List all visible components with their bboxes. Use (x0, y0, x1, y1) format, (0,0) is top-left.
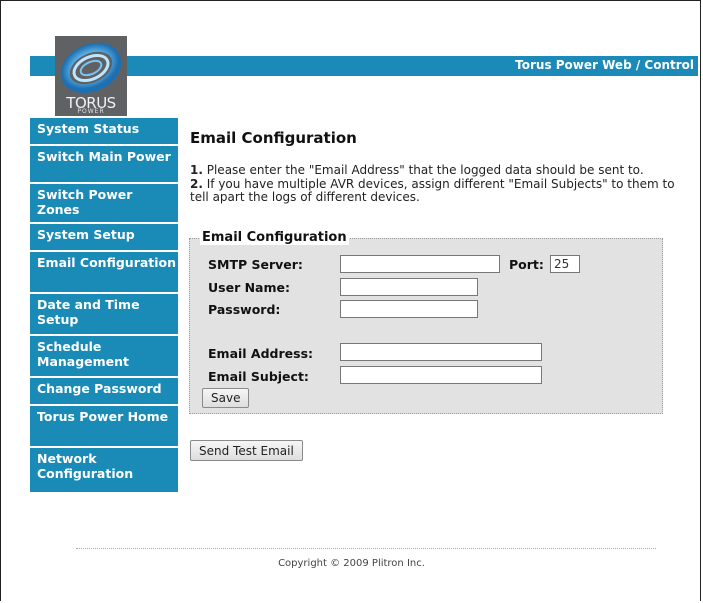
sidebar-item-label: Network Configuration (37, 451, 134, 481)
sidebar-item-torus-power-home[interactable]: Torus Power Home (30, 406, 178, 448)
sidebar-item-email-configuration[interactable]: Email Configuration (30, 252, 178, 294)
send-test-email-button[interactable]: Send Test Email (190, 440, 303, 461)
sidebar-item-label: Change Password (37, 381, 162, 396)
email-subject-label: Email Subject: (208, 369, 309, 384)
save-button[interactable]: Save (202, 388, 250, 408)
sidebar-item-label: System Setup (37, 227, 135, 242)
smtp-server-label: SMTP Server: (208, 257, 303, 272)
sidebar-item-label: Date and Time Setup (37, 297, 140, 327)
port-label: Port: (509, 257, 544, 272)
sidebar-item-switch-main-power[interactable]: Switch Main Power (30, 146, 178, 184)
user-name-label: User Name: (208, 280, 290, 295)
instruction-line: 1. Please enter the "Email Address" that… (190, 163, 644, 177)
sidebar-item-schedule-management[interactable]: Schedule Management (30, 336, 178, 378)
smtp-server-input[interactable] (340, 255, 500, 273)
email-address-label: Email Address: (208, 346, 314, 361)
sidebar-item-label: Torus Power Home (37, 409, 169, 424)
torus-ring-icon (60, 42, 122, 94)
sidebar-nav: System Status Switch Main Power Switch P… (30, 118, 178, 494)
fieldset-legend: Email Configuration (200, 230, 349, 245)
sidebar-item-network-configuration[interactable]: Network Configuration (30, 448, 178, 494)
user-name-input[interactable] (340, 278, 478, 296)
footer-divider (76, 548, 656, 549)
sidebar-item-system-status[interactable]: System Status (30, 118, 178, 146)
torus-logo: TORUS POWER (55, 36, 127, 116)
copyright-text: Copyright © 2009 Plitron Inc. (278, 558, 425, 569)
sidebar-item-date-time-setup[interactable]: Date and Time Setup (30, 294, 178, 336)
sidebar-item-system-setup[interactable]: System Setup (30, 224, 178, 252)
email-address-input[interactable] (340, 343, 542, 361)
instruction-line: 2. If you have multiple AVR devices, ass… (190, 176, 675, 204)
logo-subtext: POWER (77, 108, 105, 115)
header-banner: Torus Power Web / Control (30, 56, 698, 76)
instructions: 1. Please enter the "Email Address" that… (190, 163, 695, 205)
sidebar-item-label: Switch Power Zones (37, 187, 133, 217)
page-title: Email Configuration (190, 129, 357, 147)
sidebar-item-label: Schedule Management (37, 339, 130, 369)
port-input[interactable] (550, 255, 580, 273)
email-subject-input[interactable] (340, 366, 542, 384)
password-label: Password: (208, 302, 281, 317)
sidebar-item-switch-power-zones[interactable]: Switch Power Zones (30, 184, 178, 224)
app-title: Torus Power Web / Control (515, 58, 694, 72)
sidebar-item-label: Email Configuration (37, 255, 177, 270)
sidebar-item-label: System Status (37, 121, 140, 136)
sidebar-item-change-password[interactable]: Change Password (30, 378, 178, 406)
sidebar-item-label: Switch Main Power (37, 149, 171, 164)
password-input[interactable] (340, 300, 478, 318)
